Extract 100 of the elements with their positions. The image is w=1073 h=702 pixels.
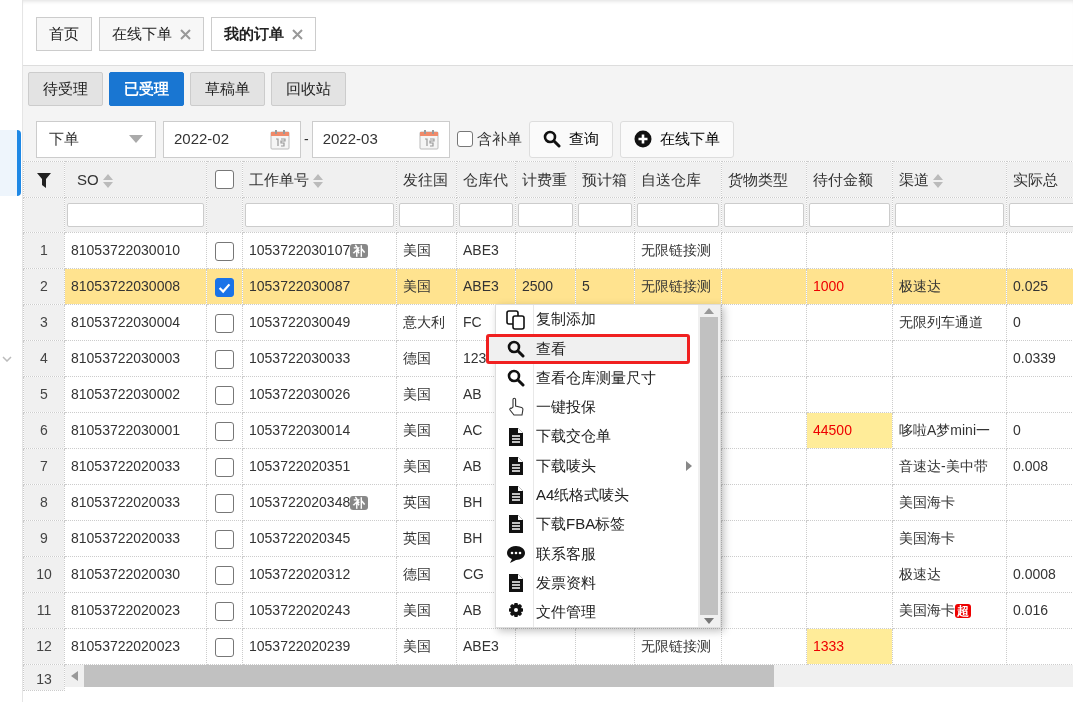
- page-tab[interactable]: 在线下单: [99, 17, 204, 51]
- close-icon[interactable]: [180, 28, 191, 40]
- select-all-checkbox[interactable]: [215, 170, 234, 190]
- selected-row[interactable]: 2 81053722030008 1053722030087 美国 ABE3 2500 5 无限链接测 1000 极速达 0.025: [23, 268, 1073, 305]
- column-filter-field[interactable]: [67, 203, 204, 227]
- status-button[interactable]: 待受理: [28, 72, 103, 106]
- scroll-left-arrow-icon[interactable]: [71, 671, 78, 681]
- table-cell: 81053722030003: [71, 350, 180, 366]
- row-checkbox[interactable]: [215, 241, 234, 261]
- calendar-icon[interactable]: [418, 128, 439, 150]
- sidebar-item[interactable]: [0, 130, 21, 196]
- menu-item[interactable]: 一键投保: [496, 392, 698, 423]
- column-filter-field[interactable]: [459, 203, 513, 227]
- menu-item[interactable]: 文件管理: [496, 597, 698, 627]
- column-filter-field[interactable]: [518, 203, 573, 227]
- table-cell: 英国: [403, 530, 431, 546]
- search-icon[interactable]: [542, 130, 561, 148]
- table-cell: 1000: [813, 278, 845, 294]
- sort-icon[interactable]: [933, 173, 943, 188]
- table-cell: AC: [463, 422, 483, 438]
- table-cell: FC: [463, 314, 482, 330]
- oversize-badge: 超: [955, 604, 971, 618]
- column-header[interactable]: 渠道: [899, 170, 943, 189]
- menu-item[interactable]: 下载唛头: [496, 451, 698, 481]
- range-separator: -: [304, 129, 309, 149]
- table-cell: 1053722020243: [249, 602, 351, 618]
- table-cell: 81053722020033: [71, 530, 180, 546]
- row-number: 12: [36, 638, 52, 654]
- row-checkbox[interactable]: [215, 637, 234, 657]
- sort-icon[interactable]: [102, 173, 113, 188]
- filter-icon[interactable]: [37, 173, 51, 189]
- table-cell: 81053722020033: [71, 458, 180, 474]
- page-tab[interactable]: 首页: [36, 17, 92, 51]
- row-checkbox[interactable]: [215, 493, 234, 513]
- table-cell: 1053722020312: [249, 566, 351, 582]
- table-cell: AB: [463, 458, 482, 474]
- row-checkbox[interactable]: [215, 565, 234, 585]
- sort-icon[interactable]: [313, 173, 323, 188]
- vertical-scrollbar[interactable]: [698, 305, 720, 627]
- table-cell: 美国海卡: [899, 602, 955, 618]
- row-number: 4: [40, 350, 48, 366]
- status-button[interactable]: 草稿单: [190, 72, 265, 106]
- scroll-down-arrow-icon[interactable]: [704, 618, 714, 624]
- search-icon: [506, 369, 526, 388]
- table-cell: 123: [463, 350, 487, 366]
- menu-item[interactable]: 复制添加: [496, 305, 698, 335]
- table-cell: 81053722020030: [71, 566, 180, 582]
- column-filter-field[interactable]: [637, 203, 719, 227]
- column-filter-field[interactable]: [895, 203, 1004, 227]
- table-cell: 意大利: [403, 314, 445, 330]
- calendar-icon[interactable]: [270, 128, 290, 150]
- table-cell: 5: [582, 278, 590, 294]
- row-number: 13: [36, 671, 52, 687]
- checkbox[interactable]: [456, 131, 473, 147]
- table-cell: 0.0339: [1013, 350, 1056, 366]
- menu-item[interactable]: 联系客服: [496, 539, 698, 569]
- menu-item[interactable]: A4纸格式唛头: [496, 480, 698, 510]
- table-cell: 1053722030026: [249, 386, 351, 402]
- menu-item[interactable]: 查看仓库测量尺寸: [496, 363, 698, 393]
- table-cell: 德国: [403, 566, 431, 582]
- menu-item[interactable]: 下载FBA标签: [496, 509, 698, 540]
- row-number: 8: [40, 494, 48, 510]
- scroll-up-arrow-icon[interactable]: [704, 308, 714, 314]
- row-checkbox[interactable]: [215, 421, 234, 441]
- table-cell: 1053722030033: [249, 350, 351, 366]
- table-cell: 81053722020033: [71, 494, 180, 510]
- column-filter-field[interactable]: [245, 203, 394, 227]
- status-button[interactable]: 回收站: [271, 72, 346, 106]
- column-filter-field[interactable]: [578, 203, 632, 227]
- query-button[interactable]: 查询: [528, 120, 613, 158]
- column-filter-field[interactable]: [724, 203, 804, 227]
- search-icon: [506, 339, 526, 358]
- column-filter-field[interactable]: [399, 203, 454, 227]
- document-icon: [506, 573, 526, 593]
- close-icon[interactable]: [292, 28, 303, 40]
- status-button[interactable]: 已受理: [109, 72, 184, 106]
- column-filter-field[interactable]: [809, 203, 890, 227]
- date-type-select[interactable]: 下单: [36, 120, 156, 158]
- table-cell: 81053722020023: [71, 638, 180, 654]
- row-checkbox[interactable]: [215, 277, 234, 297]
- date-field[interactable]: 2022-03: [311, 120, 450, 158]
- chat-icon: [506, 543, 526, 564]
- column-header[interactable]: SO: [77, 170, 113, 189]
- supplement-badge: 补: [350, 496, 369, 510]
- row-checkbox[interactable]: [215, 529, 234, 549]
- menu-item[interactable]: 下载交仓单: [496, 422, 698, 452]
- row-checkbox[interactable]: [215, 385, 234, 405]
- row-number: 11: [36, 602, 52, 618]
- plus-circle-icon[interactable]: [633, 130, 652, 148]
- menu-item[interactable]: 发票资料: [496, 568, 698, 598]
- new-order-button[interactable]: 在线下单: [619, 120, 734, 158]
- date-field[interactable]: 2022-02: [163, 120, 301, 158]
- page-tab[interactable]: 我的订单: [211, 17, 316, 51]
- row-checkbox[interactable]: [215, 349, 234, 369]
- row-checkbox[interactable]: [215, 457, 234, 477]
- horizontal-scrollbar[interactable]: [65, 665, 1073, 687]
- chevron-icon[interactable]: [2, 356, 12, 362]
- row-checkbox[interactable]: [215, 313, 234, 333]
- row-checkbox[interactable]: [215, 601, 234, 621]
- menu-item[interactable]: 查看: [486, 334, 690, 364]
